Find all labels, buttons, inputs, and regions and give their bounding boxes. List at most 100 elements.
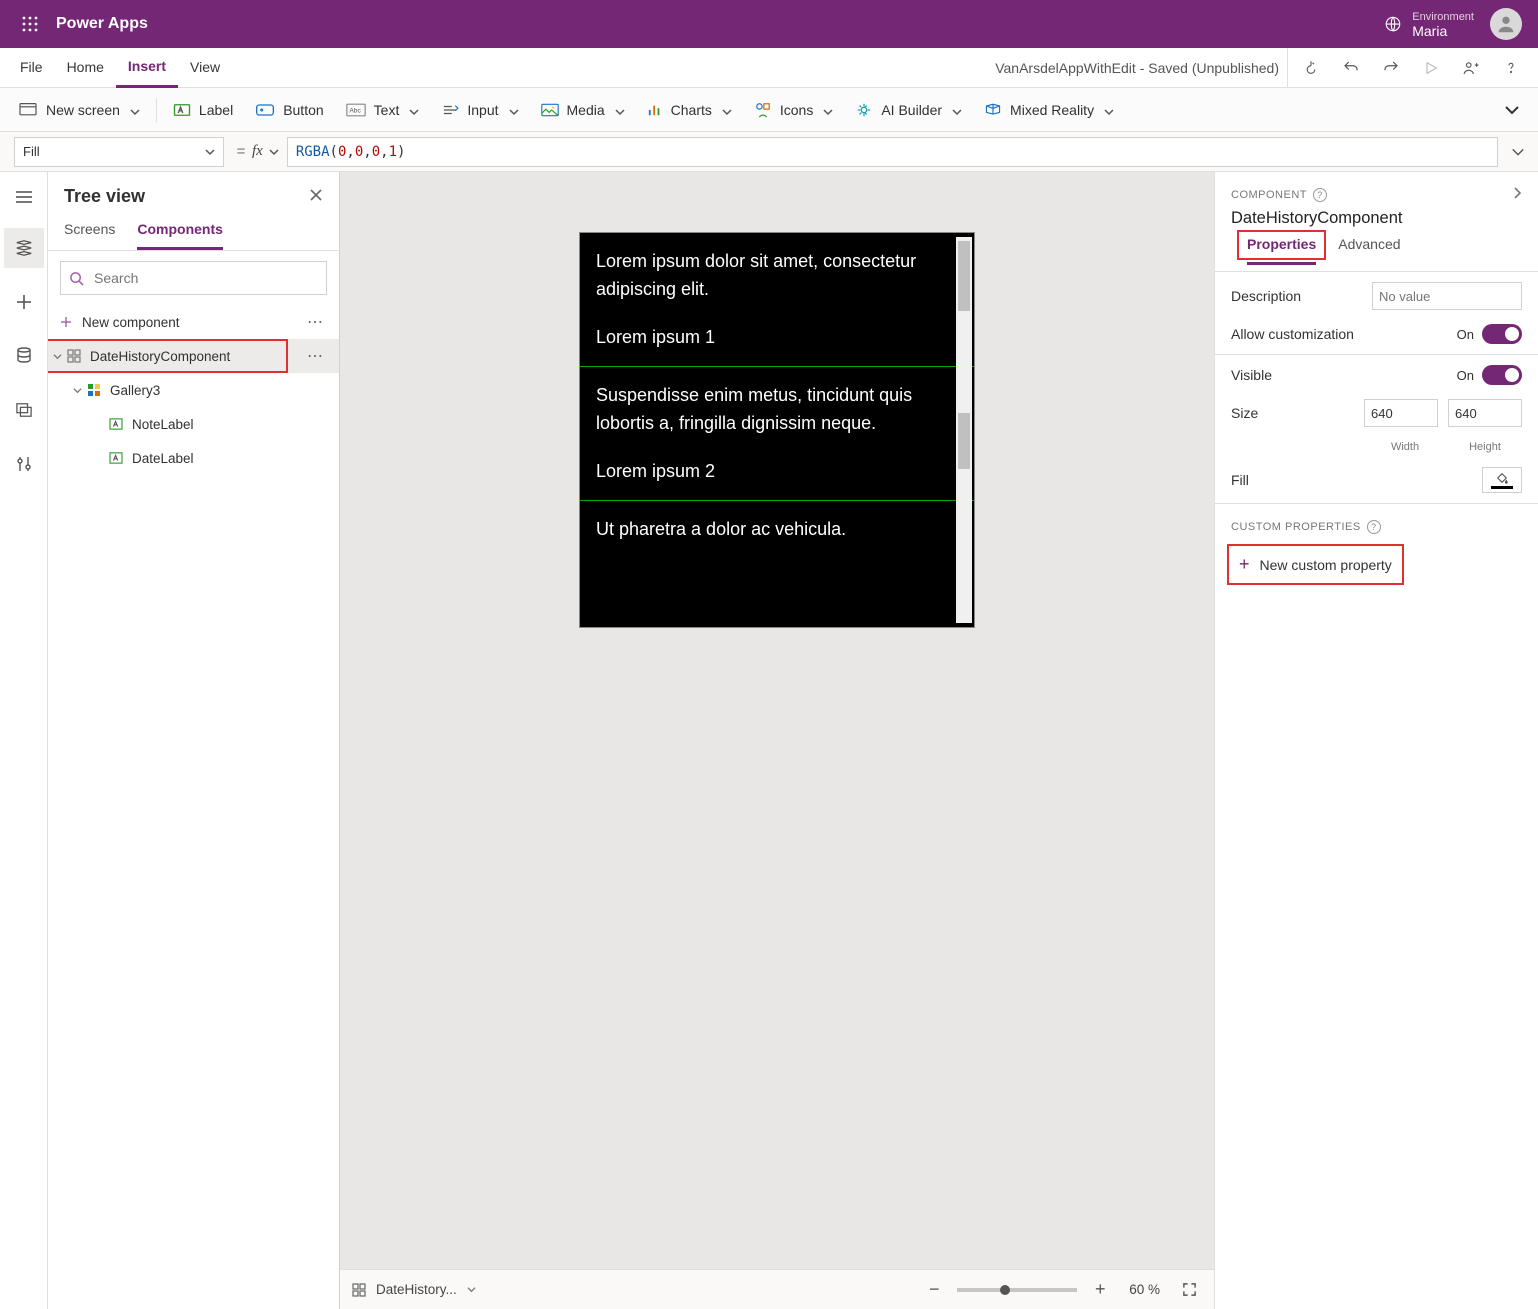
property-selector[interactable]: Fill <box>14 137 224 167</box>
redo-button[interactable] <box>1372 48 1410 88</box>
gallery-row: Ut pharetra a dolor ac vehicula. <box>580 500 974 549</box>
media-dropdown[interactable]: Media <box>531 92 635 128</box>
breadcrumb[interactable]: DateHistory... <box>376 1282 457 1297</box>
zoom-slider[interactable] <box>957 1288 1077 1292</box>
menu-file[interactable]: File <box>8 48 55 88</box>
app-checker-icon[interactable] <box>1292 48 1330 88</box>
width-input[interactable] <box>1364 399 1438 427</box>
environment-picker[interactable]: Environment Maria <box>1384 10 1474 38</box>
rail-data[interactable] <box>4 336 44 376</box>
tree-node-root[interactable]: DateHistoryComponent ⋯ <box>48 339 339 373</box>
visible-toggle[interactable] <box>1482 365 1522 385</box>
insert-ribbon: New screen Label Button Abc Text Input M… <box>0 88 1538 132</box>
new-screen-button[interactable]: New screen <box>8 92 150 128</box>
component-kind-label: COMPONENT <box>1231 189 1307 201</box>
menu-bar: File Home Insert View VanArsdelAppWithEd… <box>0 48 1538 88</box>
fill-color-picker[interactable] <box>1482 467 1522 493</box>
help-button[interactable] <box>1492 48 1530 88</box>
chevron-down-icon[interactable] <box>50 352 64 361</box>
more-icon[interactable]: ⋯ <box>307 346 333 366</box>
prop-allow-customization-label: Allow customization <box>1231 326 1447 342</box>
tree-node-datelabel[interactable]: DateLabel ⋯ <box>48 441 339 475</box>
close-icon[interactable] <box>309 188 323 205</box>
chevron-down-icon <box>509 105 519 115</box>
help-icon[interactable]: ? <box>1367 520 1381 534</box>
text-dropdown[interactable]: Abc Text <box>336 92 430 128</box>
new-component-button[interactable]: New component ⋯ <box>48 305 339 339</box>
rail-insert[interactable] <box>4 282 44 322</box>
svg-text:Abc: Abc <box>349 107 361 114</box>
menu-home[interactable]: Home <box>55 48 116 88</box>
left-rail <box>0 172 48 1309</box>
chevron-down-icon[interactable] <box>70 386 84 395</box>
share-button[interactable] <box>1452 48 1490 88</box>
zoom-value: 60 % <box>1129 1282 1160 1297</box>
plus-icon <box>56 316 76 328</box>
charts-dropdown[interactable]: Charts <box>637 92 742 128</box>
button-button[interactable]: Button <box>245 92 333 128</box>
gallery-row: Lorem ipsum dolor sit amet, consectetur … <box>580 233 974 366</box>
play-button[interactable] <box>1412 48 1450 88</box>
toggle-on-label: On <box>1457 368 1474 383</box>
search-field[interactable] <box>92 269 318 287</box>
environment-label: Environment <box>1412 10 1474 24</box>
input-dropdown[interactable]: Input <box>431 92 528 128</box>
new-custom-property-button[interactable]: + New custom property <box>1227 544 1404 585</box>
custom-properties-header: CUSTOM PROPERTIES <box>1231 521 1361 533</box>
tree-view-title: Tree view <box>64 186 145 207</box>
height-sublabel: Height <box>1448 441 1522 453</box>
fit-to-screen-button[interactable] <box>1176 1277 1202 1303</box>
property-name: Fill <box>23 144 40 159</box>
gallery-icon <box>84 383 104 397</box>
label-button[interactable]: Label <box>163 92 243 128</box>
document-title: VanArsdelAppWithEdit - Saved (Unpublishe… <box>995 60 1279 76</box>
search-input[interactable] <box>60 261 327 295</box>
rail-media[interactable] <box>4 390 44 430</box>
undo-button[interactable] <box>1332 48 1370 88</box>
chevron-down-icon <box>409 105 419 115</box>
tab-properties[interactable]: Properties <box>1247 236 1316 265</box>
app-launcher-button[interactable] <box>10 16 50 32</box>
design-canvas[interactable]: Lorem ipsum dolor sit amet, consectetur … <box>340 172 1214 1269</box>
note-text: Lorem ipsum dolor sit amet, consectetur … <box>596 247 958 303</box>
icons-dropdown[interactable]: Icons <box>744 92 843 128</box>
tab-advanced[interactable]: Advanced <box>1338 236 1400 265</box>
menu-view[interactable]: View <box>178 48 232 88</box>
label-icon <box>106 452 126 464</box>
chevron-down-icon[interactable] <box>467 1285 476 1294</box>
properties-panel: COMPONENT ? DateHistoryComponent Propert… <box>1214 172 1538 1309</box>
app-header: Power Apps Environment Maria <box>0 0 1538 48</box>
zoom-in-button[interactable]: + <box>1087 1277 1113 1303</box>
component-preview[interactable]: Lorem ipsum dolor sit amet, consectetur … <box>579 232 975 628</box>
zoom-out-button[interactable]: − <box>921 1277 947 1303</box>
date-text: Lorem ipsum 1 <box>596 327 958 348</box>
gallery-row: Suspendisse enim metus, tincidunt quis l… <box>580 366 974 500</box>
mixed-reality-dropdown[interactable]: Mixed Reality <box>974 92 1124 128</box>
height-input[interactable] <box>1448 399 1522 427</box>
menu-insert[interactable]: Insert <box>116 48 178 88</box>
scrollbar[interactable] <box>956 237 972 623</box>
component-icon <box>64 349 84 363</box>
ai-builder-dropdown[interactable]: AI Builder <box>845 92 972 128</box>
rail-advanced-tools[interactable] <box>4 444 44 484</box>
formula-input[interactable]: RGBA(0, 0, 0, 1) <box>287 137 1498 167</box>
tab-components[interactable]: Components <box>137 213 223 250</box>
allow-customization-toggle[interactable] <box>1482 324 1522 344</box>
help-icon[interactable]: ? <box>1313 188 1327 202</box>
prop-description-input[interactable] <box>1372 282 1522 310</box>
formula-expand-button[interactable] <box>1498 146 1538 158</box>
toggle-on-label: On <box>1457 327 1474 342</box>
tree-node-gallery[interactable]: Gallery3 ⋯ <box>48 373 339 407</box>
rail-tree-view[interactable] <box>4 228 44 268</box>
more-icon[interactable]: ⋯ <box>307 312 333 332</box>
ribbon-expand-button[interactable] <box>1494 92 1530 128</box>
user-avatar[interactable] <box>1490 8 1522 40</box>
brand-title: Power Apps <box>56 15 148 33</box>
rail-hamburger[interactable] <box>4 180 44 214</box>
component-icon <box>352 1283 366 1297</box>
chevron-right-icon[interactable] <box>1512 186 1522 203</box>
tab-screens[interactable]: Screens <box>64 213 115 250</box>
fx-button[interactable]: fx <box>252 143 287 160</box>
equals-sign: = <box>230 143 252 160</box>
tree-node-notelabel[interactable]: NoteLabel ⋯ <box>48 407 339 441</box>
